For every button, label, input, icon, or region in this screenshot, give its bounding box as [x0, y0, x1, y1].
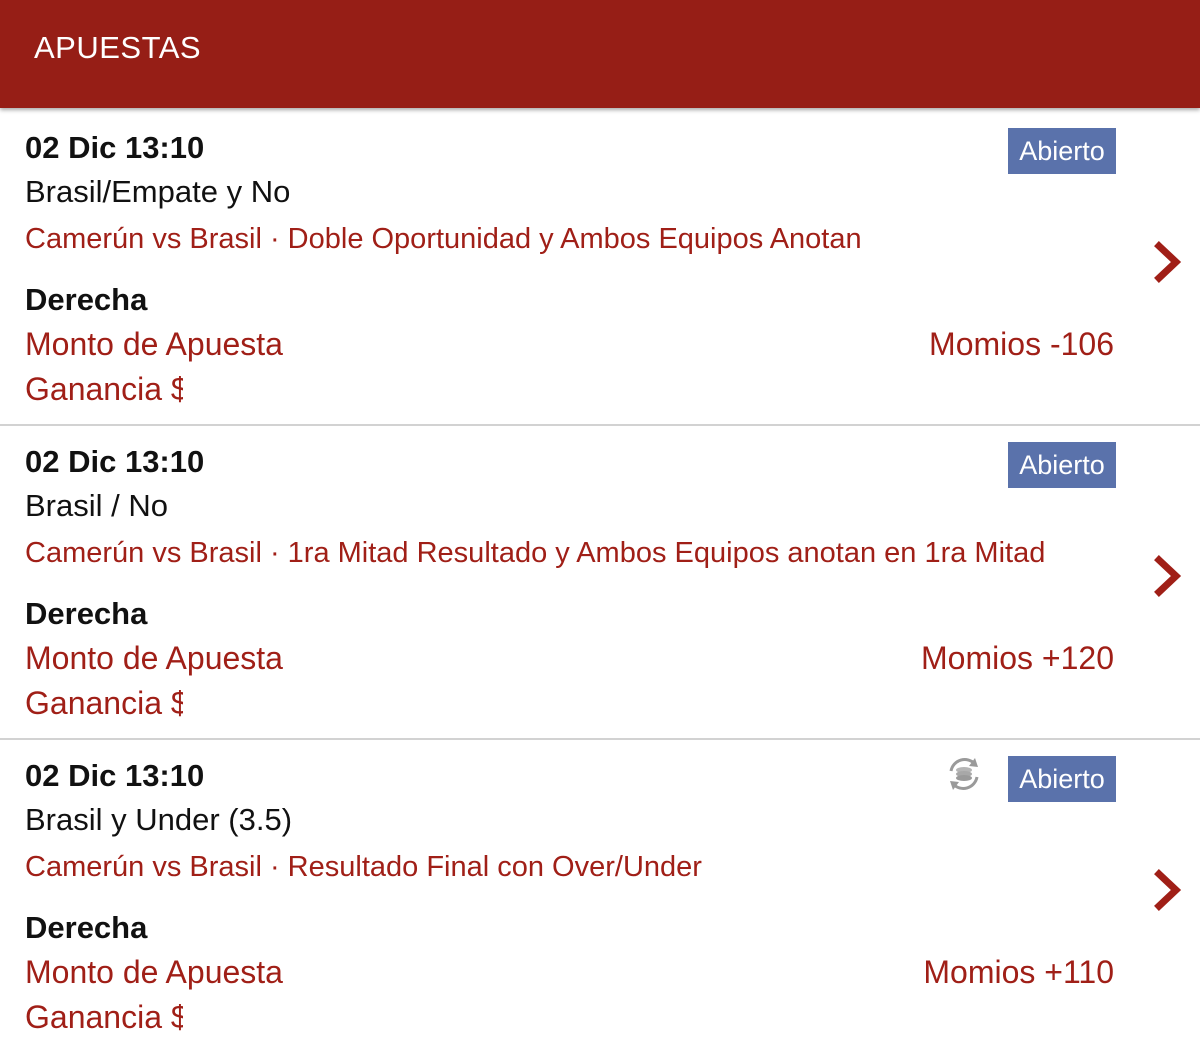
status-badge: Abierto: [1008, 128, 1116, 174]
cash-out-refresh-icon[interactable]: [944, 754, 984, 794]
bet-selection: Brasil/Empate y No: [25, 174, 291, 209]
profit-label: Ganancia $: [25, 685, 183, 721]
bet-card[interactable]: 02 Dic 13:10 Brasil y Under (3.5) Camerú…: [0, 740, 1200, 1054]
chevron-right-icon[interactable]: [1150, 554, 1184, 598]
status-badge: Abierto: [1008, 756, 1116, 802]
stake-label: Monto de Apuesta: [25, 326, 283, 362]
bet-date: 02 Dic 13:10: [25, 444, 205, 479]
stake-label: Monto de Apuesta: [25, 640, 283, 676]
bet-event-market: Camerún vs Brasil · Resultado Final con …: [25, 851, 702, 883]
bet-list: 02 Dic 13:10 Brasil/Empate y No Camerún …: [0, 112, 1200, 1054]
bet-card[interactable]: 02 Dic 13:10 Brasil/Empate y No Camerún …: [0, 112, 1200, 426]
bet-side: Derecha: [25, 910, 148, 945]
chevron-right-icon[interactable]: [1150, 240, 1184, 284]
profit-label: Ganancia $: [25, 999, 183, 1035]
bet-card[interactable]: 02 Dic 13:10 Brasil / No Camerún vs Bras…: [0, 426, 1200, 740]
odds-value: Momios +110: [923, 954, 1114, 990]
bet-selection: Brasil y Under (3.5): [25, 802, 293, 837]
app-header: APUESTAS: [0, 0, 1200, 108]
odds-value: Momios -106: [929, 326, 1114, 362]
bet-date: 02 Dic 13:10: [25, 758, 205, 793]
bet-side: Derecha: [25, 282, 148, 317]
chevron-right-icon[interactable]: [1150, 868, 1184, 912]
stake-label: Monto de Apuesta: [25, 954, 283, 990]
bet-selection: Brasil / No: [25, 488, 168, 523]
profit-label: Ganancia $: [25, 371, 183, 407]
status-badge: Abierto: [1008, 442, 1116, 488]
odds-value: Momios +120: [921, 640, 1114, 676]
bet-date: 02 Dic 13:10: [25, 130, 205, 165]
bet-event-market: Camerún vs Brasil · 1ra Mitad Resultado …: [25, 537, 1046, 569]
page-title: APUESTAS: [34, 30, 202, 65]
bet-side: Derecha: [25, 596, 148, 631]
bet-event-market: Camerún vs Brasil · Doble Oportunidad y …: [25, 223, 862, 255]
